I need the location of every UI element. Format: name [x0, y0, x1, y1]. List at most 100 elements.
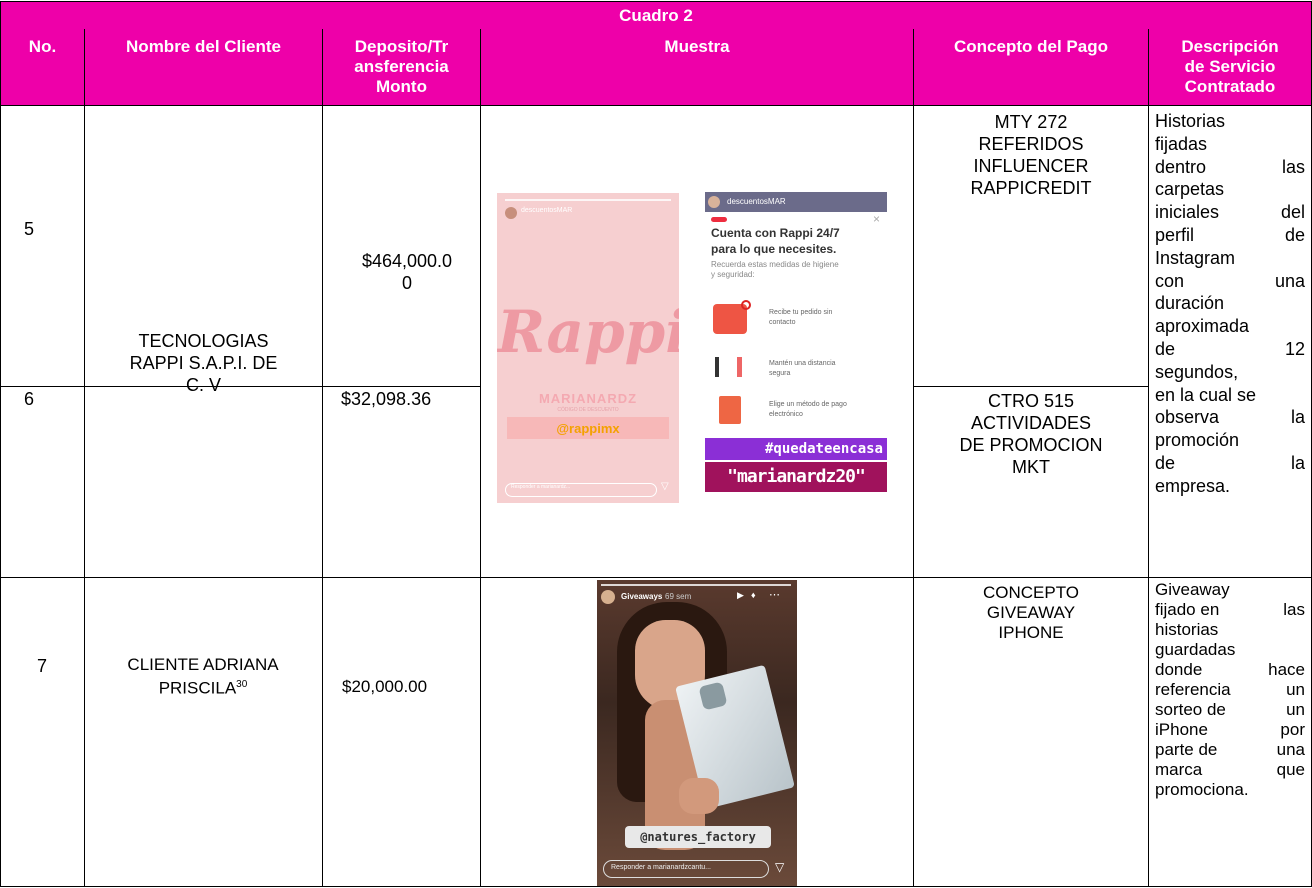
sound-icon[interactable]: ♦ [751, 590, 756, 600]
description-line: Giveaway [1155, 580, 1305, 600]
grid-line [0, 886, 1312, 887]
description-word: un [1286, 680, 1305, 699]
grid-line [1148, 29, 1149, 887]
reply-text: Responder a marianardzcantu... [611, 864, 711, 871]
concept-line: ACTIVIDADES [970, 413, 1092, 433]
grid-line [480, 29, 481, 887]
description-word: empresa. [1155, 475, 1231, 496]
concept-line: GIVEAWAY [986, 603, 1076, 622]
grid-line [0, 1, 1, 887]
table-title-text: Cuadro 2 [619, 6, 693, 25]
header-description-line: de Servicio [1184, 57, 1276, 76]
hashtag-banner: #quedateencasa [705, 438, 887, 460]
description-line: observa la [1155, 406, 1305, 429]
description-line: Instagram [1155, 247, 1305, 270]
table-title: Cuadro 2 [1, 2, 1311, 29]
amount-cell: $20,000.00 [342, 677, 428, 696]
description-word: del [1280, 202, 1305, 223]
description-line: fijadas [1155, 133, 1305, 156]
more-icon[interactable]: ⋯ [769, 588, 780, 601]
header-sample: Muestra [481, 37, 913, 57]
send-icon[interactable]: ▽ [775, 860, 784, 874]
description-word: Historias [1155, 111, 1226, 131]
description-line: donde hace [1155, 660, 1305, 680]
handle-sticker: @natures_factory [625, 826, 771, 848]
grid-line [0, 105, 1312, 106]
description-line: historias [1155, 620, 1305, 640]
description-word: la [1290, 407, 1305, 428]
client-name-adriana: CLIENTE ADRIANA PRISCILA30 [112, 655, 294, 699]
description-word: de [1284, 224, 1305, 245]
description-line: en la cual se [1155, 384, 1305, 407]
story-progress-bar [601, 584, 791, 586]
tip-text: Mantén una distancia segura [769, 360, 836, 377]
concept-cell: CONCEPTO GIVEAWAY IPHONE [914, 583, 1148, 643]
story-progress-bar [505, 199, 671, 201]
send-icon[interactable]: ▽ [661, 481, 669, 492]
description-word: una [1274, 270, 1305, 291]
tip-text: Elige un método de pago electrónico [769, 401, 847, 418]
close-icon[interactable]: × [873, 212, 880, 226]
description-word: hace [1268, 660, 1305, 679]
client-name-line: C. V [185, 375, 221, 395]
concept-line: MKT [1012, 457, 1050, 477]
description-line: segundos, [1155, 361, 1305, 384]
description-word: la [1290, 452, 1305, 473]
concept-line: CTRO 515 [987, 391, 1075, 411]
concept-line: CONCEPTO [982, 583, 1080, 602]
header-amount: Deposito/Tr ansferencia Monto [323, 37, 480, 97]
concept-line: IPHONE [998, 623, 1064, 642]
description-word: las [1281, 156, 1305, 177]
concept-line: DE PROMOCION [959, 435, 1103, 455]
description-word: referencia [1155, 680, 1231, 699]
amount-cell: $464,000.0 0 [342, 250, 472, 294]
header-description-line: Contratado [1184, 77, 1276, 96]
description-word: sorteo de [1155, 700, 1226, 719]
play-icon[interactable]: ▶ [737, 590, 744, 601]
grid-line [913, 386, 1149, 387]
story-intro: Recuerda estas medidas de higiene y segu… [711, 260, 839, 279]
description-word: en la cual se [1155, 384, 1257, 405]
description-word: guardadas [1155, 640, 1236, 659]
description-rappi: Historias fijadas dentro las carpetas inicial… [1155, 110, 1305, 498]
grid-line [0, 577, 1312, 578]
description-word: aproximada [1155, 316, 1250, 337]
client-name-adriana-text: CLIENTE ADRIANA PRISCILA [127, 655, 279, 698]
tip-image [719, 396, 741, 424]
description-line: duración [1155, 292, 1305, 315]
description-line: parte de una [1155, 740, 1305, 760]
description-word: con [1155, 270, 1185, 291]
row-number: 6 [24, 389, 35, 409]
client-name-line: TECNOLOGIAS [138, 331, 269, 351]
concept-line: INFLUENCER [973, 156, 1089, 176]
concept-line: RAPPICREDIT [970, 178, 1092, 198]
description-word: de [1155, 338, 1176, 359]
header-concept-text: Concepto del Pago [954, 37, 1108, 56]
description-line: dentro las [1155, 156, 1305, 179]
heading-line: para lo que necesites. [711, 242, 837, 256]
description-word: un [1286, 700, 1305, 719]
story-screenshot-rappi-tips: descuentosMAR × Cuenta con Rappi 24/7 pa… [705, 192, 887, 506]
description-line: con una [1155, 270, 1305, 293]
header-no-text: No. [28, 37, 57, 56]
concept-line: MTY 272 [994, 112, 1068, 132]
story-account: descuentosMAR [727, 197, 786, 206]
description-word: iniciales [1155, 202, 1220, 223]
avatar [708, 196, 720, 208]
description-line: promoción [1155, 429, 1305, 452]
reply-text: Responder a marianardz... [511, 484, 571, 490]
description-word: que [1276, 760, 1305, 779]
client-name-rappi: TECNOLOGIAS RAPPI S.A.P.I. DE C. V [85, 330, 322, 396]
tip-text: Recibe tu pedido sin contacto [769, 309, 833, 326]
person-hand [679, 778, 719, 814]
description-word: fijadas [1155, 133, 1208, 154]
story-name: MARIANARDZ [538, 391, 638, 406]
description-word: promoción [1155, 430, 1240, 451]
grid-line [0, 1, 1312, 2]
description-line: sorteo de un [1155, 700, 1305, 720]
no-contact-icon [741, 300, 751, 310]
description-word: historias [1155, 620, 1219, 639]
description-word: dentro [1155, 156, 1207, 177]
header-description: Descripción de Servicio Contratado [1149, 37, 1311, 97]
description-word: marca [1155, 760, 1203, 779]
